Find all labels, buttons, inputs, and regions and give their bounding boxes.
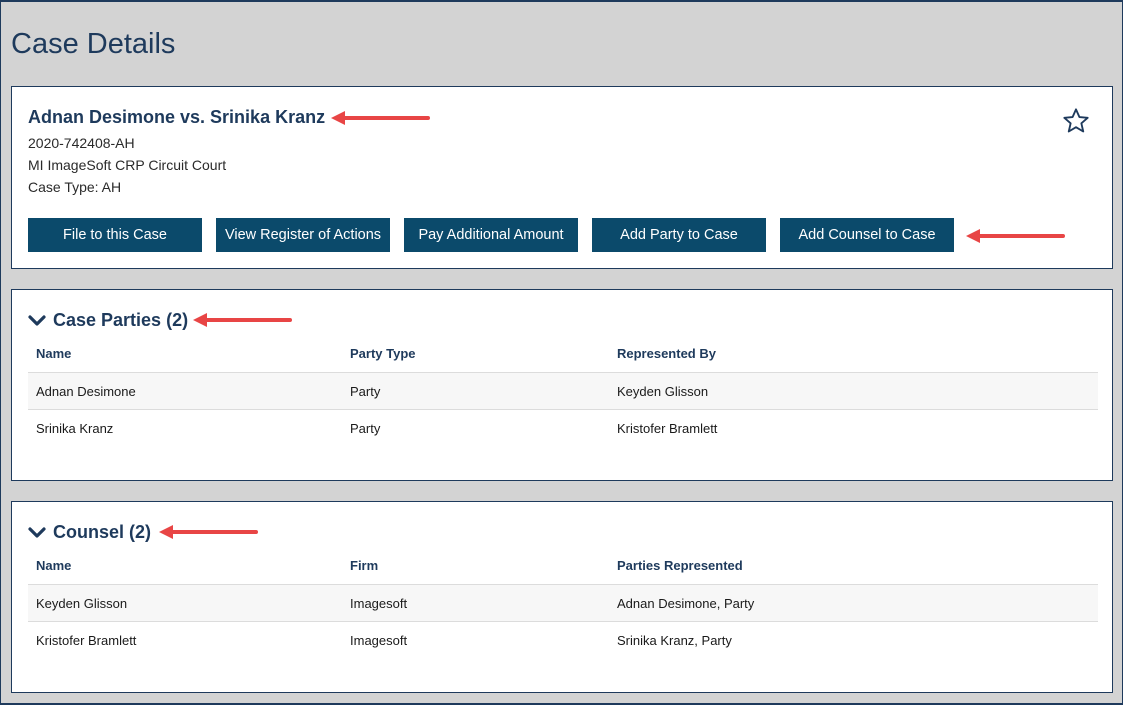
party-name: Srinika Kranz: [36, 420, 114, 436]
table-row[interactable]: Kristofer Bramlett Imagesoft Srinika Kra…: [28, 621, 1098, 658]
column-header: Parties Represented: [617, 558, 743, 573]
column-header: Represented By: [617, 346, 716, 361]
parties-represented: Srinika Kranz, Party: [617, 632, 732, 648]
star-outline-icon[interactable]: [1062, 107, 1090, 135]
column-header: Party Type: [350, 346, 416, 361]
case-type: Case Type: AH: [28, 179, 122, 195]
represented-by: Keyden Glisson: [617, 383, 709, 399]
counsel-title: Counsel (2): [53, 522, 152, 542]
table-header: Name Firm Parties Represented: [28, 554, 1098, 584]
add-party-button[interactable]: Add Party to Case: [592, 218, 766, 252]
chevron-down-icon: [28, 314, 46, 326]
annotation-arrow-icon: [331, 111, 430, 125]
annotation-arrow-icon: [966, 229, 1065, 243]
counsel-toggle[interactable]: Counsel (2): [28, 522, 151, 543]
case-court: MI ImageSoft CRP Circuit Court: [28, 157, 227, 173]
table-header: Name Party Type Represented By: [28, 342, 1098, 372]
pay-additional-amount-button[interactable]: Pay Additional Amount: [404, 218, 578, 252]
counsel-firm: Imagesoft: [350, 595, 408, 611]
represented-by: Kristofer Bramlett: [617, 420, 718, 436]
counsel-table: Name Firm Parties Represented Keyden Gli…: [28, 554, 1098, 658]
case-parties-title: Case Parties (2): [53, 310, 189, 330]
annotation-arrow-icon: [193, 313, 292, 327]
case-action-bar: File to this Case View Register of Actio…: [28, 218, 968, 252]
parties-represented: Adnan Desimone, Party: [617, 595, 755, 611]
add-counsel-button[interactable]: Add Counsel to Case: [780, 218, 954, 252]
table-row[interactable]: Keyden Glisson Imagesoft Adnan Desimone,…: [28, 584, 1098, 621]
table-row[interactable]: Adnan Desimone Party Keyden Glisson: [28, 372, 1098, 409]
counsel-firm: Imagesoft: [350, 632, 408, 648]
party-name: Adnan Desimone: [36, 383, 136, 399]
case-parties-card: Case Parties (2) Name Party Type Represe…: [11, 289, 1113, 481]
page-title: Case Details: [11, 28, 176, 60]
column-header: Name: [36, 346, 72, 361]
counsel-name: Kristofer Bramlett: [36, 632, 137, 648]
party-type: Party: [350, 383, 381, 399]
column-header: Name: [36, 558, 72, 573]
case-parties-toggle[interactable]: Case Parties (2): [28, 310, 188, 331]
party-type: Party: [350, 420, 381, 436]
case-number: 2020-742408-AH: [28, 135, 135, 151]
annotation-arrow-icon: [159, 525, 258, 539]
case-title: Adnan Desimone vs. Srinika Kranz: [28, 107, 326, 127]
table-row[interactable]: Srinika Kranz Party Kristofer Bramlett: [28, 409, 1098, 446]
case-parties-table: Name Party Type Represented By Adnan Des…: [28, 342, 1098, 446]
file-to-case-button[interactable]: File to this Case: [28, 218, 202, 252]
counsel-name: Keyden Glisson: [36, 595, 128, 611]
chevron-down-icon: [28, 526, 46, 538]
column-header: Firm: [350, 558, 379, 573]
view-register-of-actions-button[interactable]: View Register of Actions: [216, 218, 390, 252]
case-summary-card: Adnan Desimone vs. Srinika Kranz 2020-74…: [11, 86, 1113, 269]
